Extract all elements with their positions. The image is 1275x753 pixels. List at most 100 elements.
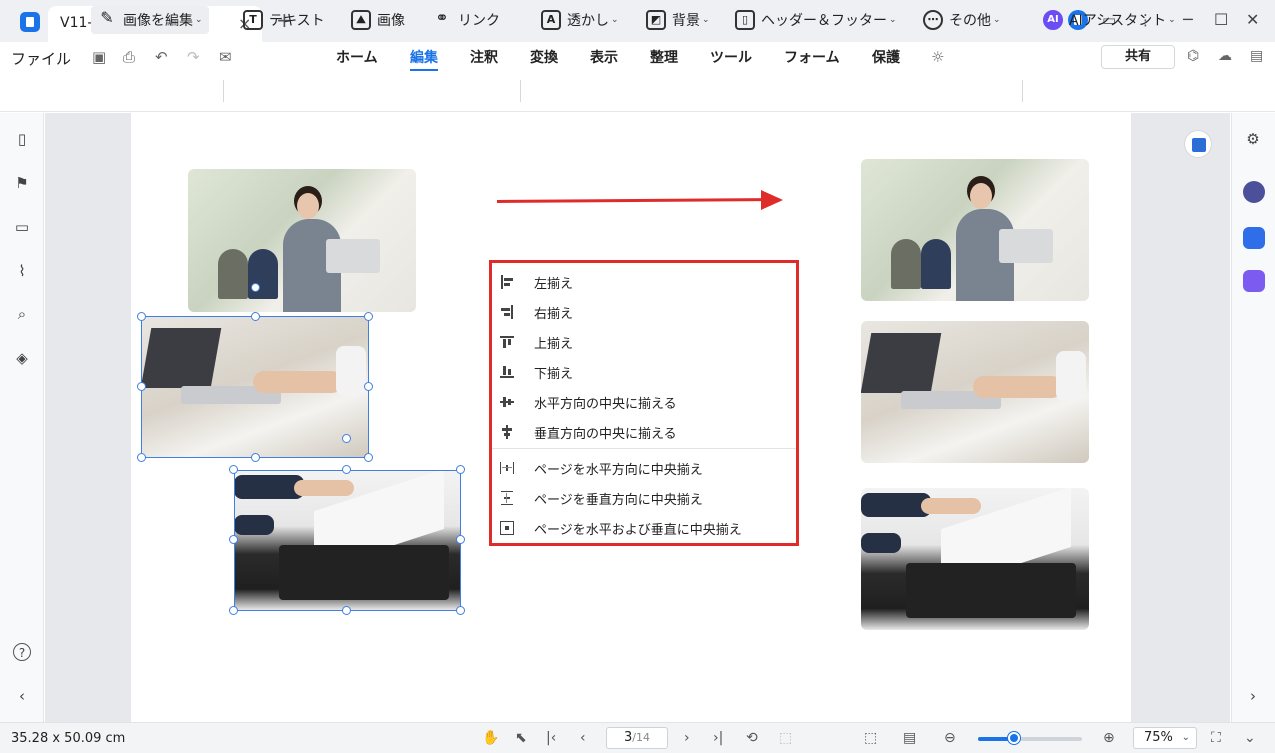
first-page-icon[interactable]: |‹ bbox=[546, 730, 556, 746]
rotate-page-icon[interactable]: ⟲ bbox=[746, 730, 758, 746]
more-tools-button[interactable]: ⋯ その他 ⌄ bbox=[923, 6, 1001, 34]
resize-handle[interactable] bbox=[251, 453, 260, 462]
cloud-upload-icon[interactable]: ☁ bbox=[1218, 48, 1232, 64]
help-icon[interactable]: ? bbox=[13, 643, 31, 661]
resize-handle[interactable] bbox=[137, 382, 146, 391]
align-left-item[interactable]: 左揃え bbox=[500, 271, 573, 293]
undo-icon[interactable]: ↶ bbox=[155, 48, 168, 66]
resize-handle[interactable] bbox=[364, 382, 373, 391]
page-h-center-item[interactable]: ページを水平方向に中央揃え bbox=[500, 457, 703, 479]
page-number-input[interactable]: 3/14 bbox=[606, 727, 668, 749]
menu-organize[interactable]: 整理 bbox=[650, 47, 678, 67]
resize-handle[interactable] bbox=[251, 312, 260, 321]
lightbulb-icon[interactable]: ☼ bbox=[931, 48, 944, 66]
resize-handle[interactable] bbox=[342, 465, 351, 474]
select-mode-icon[interactable]: ⬚ bbox=[864, 730, 877, 746]
page-layout-icon[interactable]: ▤ bbox=[903, 730, 916, 746]
menu-home[interactable]: ホーム bbox=[336, 47, 378, 67]
right-sidebar: ⚙ › bbox=[1231, 113, 1275, 722]
edit-image-button[interactable]: ✎ 画像を編集 ⌄ bbox=[91, 6, 209, 34]
menu-view[interactable]: 表示 bbox=[590, 47, 618, 67]
link-icon: ⚭ bbox=[435, 8, 449, 27]
align-v-center-icon bbox=[500, 425, 514, 439]
minimize-button[interactable]: ─ bbox=[1183, 10, 1193, 29]
woman-laptop-image[interactable] bbox=[188, 169, 416, 312]
rotate-handle[interactable] bbox=[342, 434, 351, 443]
header-footer-button[interactable]: ▯ ヘッダー＆フッター ⌄ bbox=[735, 6, 897, 34]
attachment-icon[interactable]: ⌇ bbox=[13, 262, 31, 280]
selection-box[interactable] bbox=[141, 316, 369, 458]
zoom-slider[interactable] bbox=[978, 737, 1082, 741]
comment-icon[interactable]: ▭ bbox=[13, 218, 31, 236]
network-icon[interactable]: ⌬ bbox=[1187, 48, 1199, 64]
resize-handle[interactable] bbox=[137, 453, 146, 462]
translate-icon[interactable] bbox=[1243, 227, 1265, 249]
bookmark-icon[interactable]: ⚑ bbox=[13, 174, 31, 192]
fullscreen-icon[interactable]: ⛶ bbox=[1211, 730, 1221, 746]
selection-box[interactable] bbox=[234, 470, 461, 611]
page-hv-center-item[interactable]: ページを水平および垂直に中央揃え bbox=[500, 517, 742, 539]
page-v-center-icon bbox=[500, 491, 514, 505]
mail-icon[interactable]: ✉ bbox=[219, 48, 232, 66]
resize-handle[interactable] bbox=[229, 606, 238, 615]
maximize-button[interactable]: ☐ bbox=[1214, 10, 1228, 29]
search-icon[interactable]: ⌕ bbox=[13, 305, 31, 323]
expand-right-icon[interactable]: › bbox=[1244, 687, 1262, 705]
share-button[interactable]: 共有 bbox=[1101, 45, 1175, 69]
layers-icon[interactable]: ◈ bbox=[13, 349, 31, 367]
zoom-in-icon[interactable]: ⊕ bbox=[1103, 730, 1115, 746]
menu-protect[interactable]: 保護 bbox=[872, 47, 900, 67]
zoom-slider-knob[interactable] bbox=[1008, 732, 1021, 744]
file-menu[interactable]: ファイル bbox=[11, 48, 71, 69]
align-v-center-item[interactable]: 垂直方向の中央に揃える bbox=[500, 421, 677, 443]
select-tool-icon[interactable]: ⬉ bbox=[515, 730, 527, 746]
hand-tool-icon[interactable]: ✋ bbox=[482, 730, 499, 746]
menu-divider bbox=[492, 448, 796, 449]
menu-convert[interactable]: 変換 bbox=[530, 47, 558, 67]
task-check-icon[interactable] bbox=[1243, 270, 1265, 292]
add-image-button[interactable]: ⛰ 画像 bbox=[351, 6, 405, 34]
resize-handle[interactable] bbox=[364, 453, 373, 462]
zoom-select[interactable]: 75% ⌄ bbox=[1133, 727, 1197, 749]
resize-handle[interactable] bbox=[137, 312, 146, 321]
scroll-down-icon[interactable]: ⌄ bbox=[1244, 730, 1256, 746]
save-icon[interactable]: ▣ bbox=[92, 48, 106, 66]
menu-comment[interactable]: 注釈 bbox=[470, 47, 498, 67]
page-thumbnail-icon[interactable]: ▯ bbox=[13, 130, 31, 148]
resize-handle[interactable] bbox=[229, 535, 238, 544]
fit-page-icon[interactable]: ⬚ bbox=[779, 730, 792, 746]
next-page-icon[interactable]: › bbox=[684, 730, 690, 746]
align-top-item[interactable]: 上揃え bbox=[500, 331, 573, 353]
resize-handle[interactable] bbox=[456, 606, 465, 615]
background-button[interactable]: ◩ 背景 ⌄ bbox=[646, 6, 710, 34]
close-window-button[interactable]: ✕ bbox=[1246, 10, 1259, 29]
ai-assistant-button[interactable]: AI AIアシスタント ⌄ bbox=[1043, 6, 1176, 34]
resize-handle[interactable] bbox=[456, 465, 465, 474]
prev-page-icon[interactable]: ‹ bbox=[580, 730, 586, 746]
properties-icon[interactable]: ⚙ bbox=[1244, 130, 1262, 148]
resize-handle[interactable] bbox=[342, 606, 351, 615]
ai-robot-icon[interactable] bbox=[1243, 181, 1265, 203]
add-link-button[interactable]: ⚭ リンク bbox=[432, 6, 500, 34]
panel-icon[interactable]: ▤ bbox=[1250, 48, 1263, 64]
zoom-out-icon[interactable]: ⊖ bbox=[944, 730, 956, 746]
rotate-handle[interactable] bbox=[251, 283, 260, 292]
edit-image-label: 画像を編集 bbox=[123, 13, 193, 29]
page-v-center-item[interactable]: ページを垂直方向に中央揃え bbox=[500, 487, 703, 509]
resize-handle[interactable] bbox=[364, 312, 373, 321]
add-text-button[interactable]: T テキスト bbox=[243, 6, 325, 34]
menu-tools[interactable]: ツール bbox=[710, 47, 752, 67]
resize-handle[interactable] bbox=[229, 465, 238, 474]
convert-to-word-icon[interactable] bbox=[1184, 130, 1212, 158]
menu-form[interactable]: フォーム bbox=[784, 47, 840, 67]
redo-icon[interactable]: ↷ bbox=[187, 48, 200, 66]
collapse-left-icon[interactable]: ‹ bbox=[13, 687, 31, 705]
align-bottom-item[interactable]: 下揃え bbox=[500, 361, 573, 383]
align-h-center-item[interactable]: 水平方向の中央に揃える bbox=[500, 391, 677, 413]
last-page-icon[interactable]: ›| bbox=[713, 730, 723, 746]
watermark-button[interactable]: A 透かし ⌄ bbox=[541, 6, 619, 34]
print-icon[interactable]: ⎙ bbox=[123, 48, 135, 66]
menu-edit[interactable]: 編集 bbox=[410, 47, 438, 67]
align-right-item[interactable]: 右揃え bbox=[500, 301, 573, 323]
resize-handle[interactable] bbox=[456, 535, 465, 544]
